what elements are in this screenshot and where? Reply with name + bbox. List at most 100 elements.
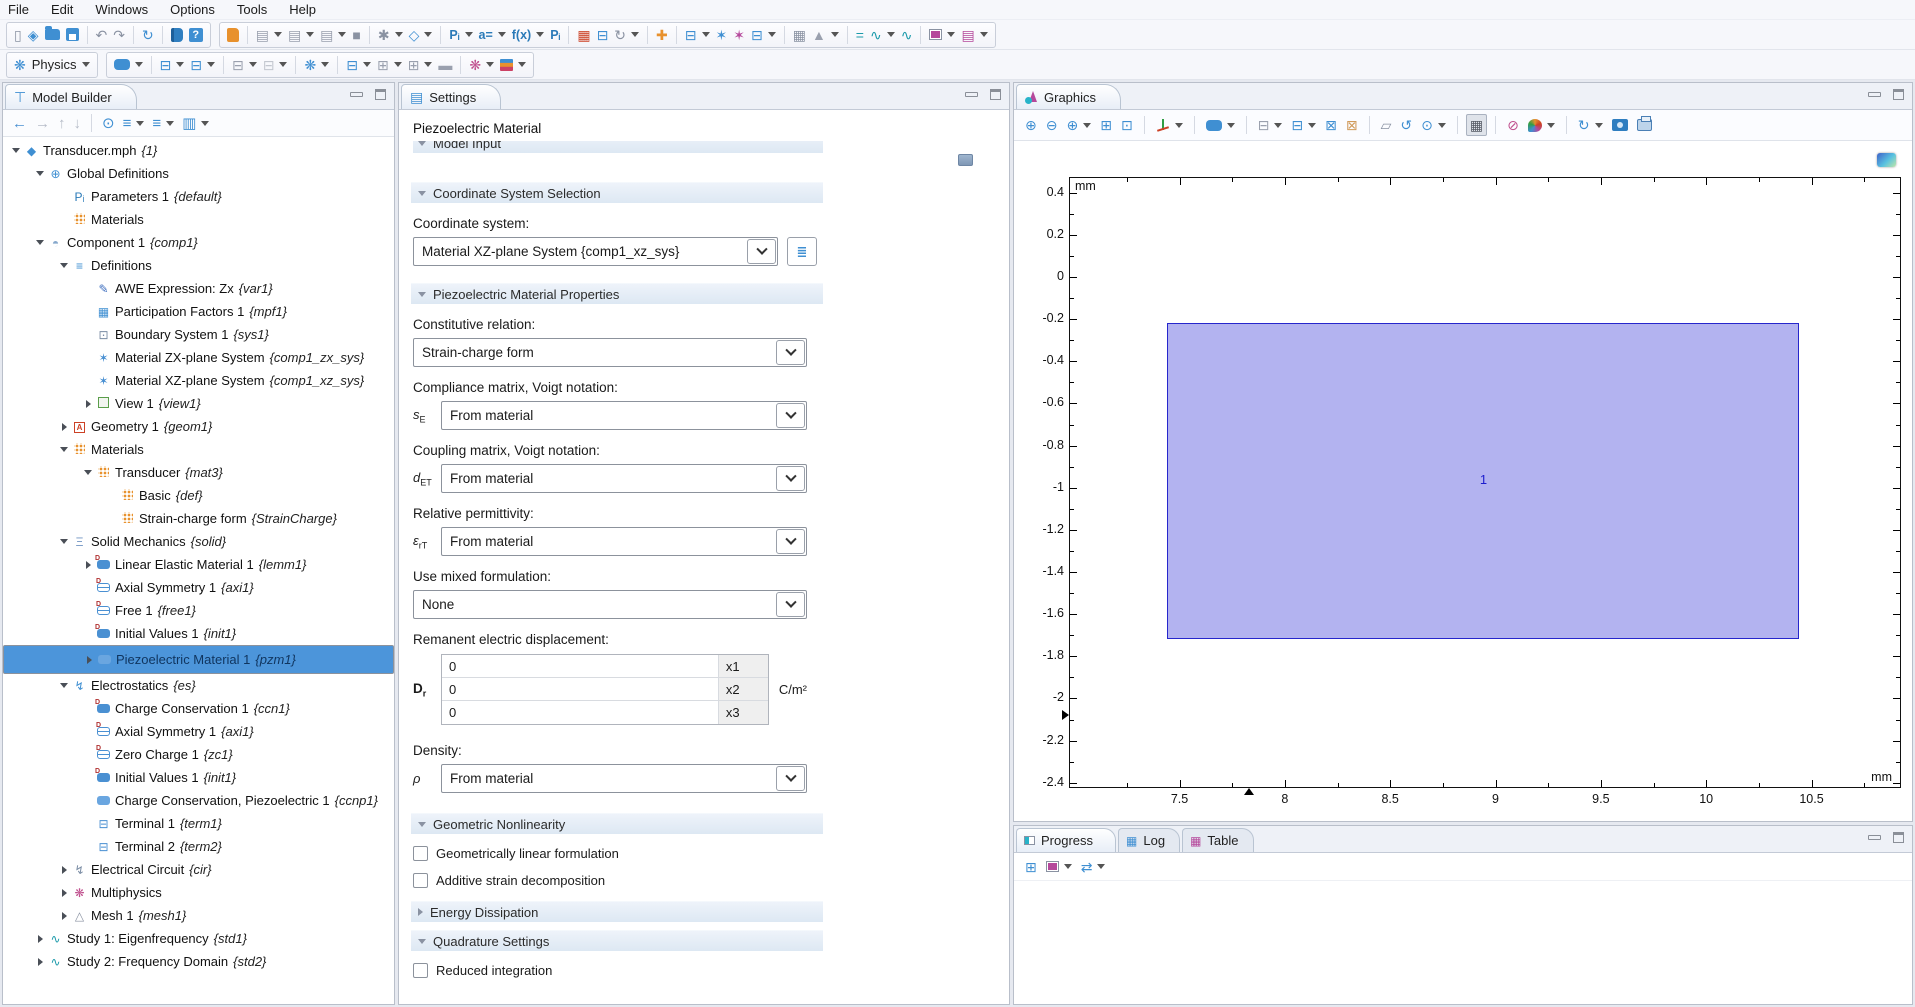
tree-item[interactable]: Charge Conservation, Piezoelectric 1{ccn… <box>3 789 394 812</box>
compute-multi-button[interactable]: ✶ <box>730 24 748 46</box>
expander-icon[interactable] <box>9 148 23 153</box>
section-model-input[interactable]: Model Input <box>413 141 823 153</box>
menu-file[interactable]: File <box>8 2 29 17</box>
transparency-button[interactable]: ▱ <box>1378 114 1395 136</box>
move-panel-button[interactable]: ⇄ <box>1078 856 1109 878</box>
tab-log[interactable]: ▦Log <box>1118 828 1180 852</box>
expander-icon[interactable] <box>57 539 71 544</box>
application-builder-button[interactable] <box>224 24 242 46</box>
tree-item[interactable]: Axial Symmetry 1{axi1} <box>3 576 394 599</box>
evaluate-table-button[interactable]: ▦ <box>790 24 809 46</box>
menu-help[interactable]: Help <box>289 2 316 17</box>
compile-previous-button[interactable]: ▤ <box>253 24 285 46</box>
show-hide-button[interactable]: ⊙ <box>99 112 118 134</box>
additive-strain-checkbox[interactable] <box>413 873 428 888</box>
plot-single-button[interactable]: ∿ <box>898 24 916 46</box>
tree-item[interactable]: Initial Values 1{init1} <box>3 622 394 645</box>
snapshot-button[interactable] <box>1609 114 1631 136</box>
tree-item[interactable]: Piezoelectric Material 1{pzm1} <box>3 645 394 674</box>
update-solution-button[interactable]: ↻ <box>611 24 642 46</box>
move-down-button[interactable]: ↓ <box>71 112 85 134</box>
expander-icon[interactable] <box>57 423 71 431</box>
geometry-tools-button[interactable]: ◇ <box>406 24 436 46</box>
compile-selected-button[interactable]: ▤ <box>285 24 317 46</box>
tree-item[interactable]: ∿Study 2: Frequency Domain{std2} <box>3 950 394 973</box>
tree-item[interactable]: View 1{view1} <box>3 392 394 415</box>
plot-area[interactable]: mmmm0.40.20-0.2-0.4-0.6-0.8-1-1.2-1.4-1.… <box>1069 177 1901 788</box>
expander-icon[interactable] <box>57 263 71 268</box>
minimize-icon[interactable] <box>1868 835 1881 840</box>
chevron-down-icon[interactable] <box>776 766 805 791</box>
parameters-menu-button[interactable]: Pᵢ <box>446 24 475 46</box>
tree-item[interactable]: AGeometry 1{geom1} <box>3 415 394 438</box>
chevron-down-icon[interactable] <box>776 466 805 491</box>
select-box-button[interactable]: ⊠ <box>1322 114 1340 136</box>
blob-tool-button[interactable]: ▬ <box>435 54 455 76</box>
default-model-button[interactable]: ✱ <box>375 24 406 46</box>
chevron-down-icon[interactable] <box>776 529 805 554</box>
select-domains-button[interactable] <box>111 54 146 76</box>
tree-item[interactable]: ⊟Terminal 1{term1} <box>3 812 394 835</box>
windows-layout-button[interactable] <box>926 24 958 46</box>
collapse-all-button[interactable]: ≡ <box>120 112 148 134</box>
model-tree-columns-button[interactable]: ▥ <box>179 112 212 134</box>
import-mesh-button[interactable]: ⊟ <box>748 24 779 46</box>
expander-icon[interactable] <box>57 683 71 688</box>
tree-item[interactable]: ✶Material XZ-plane System{comp1_xz_sys} <box>3 369 394 392</box>
tree-item[interactable]: △Mesh 1{mesh1} <box>3 904 394 927</box>
graphics-tab[interactable]: Graphics <box>1016 84 1121 109</box>
physics-context-button[interactable]: ❋ <box>11 54 29 76</box>
progress-log-button[interactable]: ⊞ <box>1022 856 1040 878</box>
edges-pair-button[interactable]: ⊟ <box>260 54 291 76</box>
multiphysics-add-button[interactable]: ❋ <box>466 54 497 76</box>
tree-item[interactable]: ∿Study 1: Eigenfrequency{std1} <box>3 927 394 950</box>
expander-icon[interactable] <box>57 447 71 452</box>
tree-item[interactable]: Free 1{free1} <box>3 599 394 622</box>
tree-item[interactable]: Materials <box>3 208 394 231</box>
expander-icon[interactable] <box>57 866 71 874</box>
go-to-source-button[interactable]: ≣ <box>787 237 817 266</box>
tree-item[interactable]: Axial Symmetry 1{axi1} <box>3 720 394 743</box>
desktop-layout-button[interactable]: ▤ <box>958 24 990 46</box>
view-visibility-button[interactable]: ⊙ <box>1418 114 1449 136</box>
mixed-formulation-select[interactable]: None <box>413 590 807 619</box>
tree-item[interactable]: ⊡Boundary System 1{sys1} <box>3 323 394 346</box>
section-piezoelectric-properties[interactable]: Piezoelectric Material Properties <box>411 283 823 304</box>
tree-item[interactable]: ◓Component 1{comp1} <box>3 231 394 254</box>
chevron-down-icon[interactable] <box>776 403 805 428</box>
functions-menu-button[interactable]: f(x) <box>509 24 547 46</box>
remanent-value-input[interactable]: 0 <box>442 678 718 700</box>
grid-button[interactable]: ▦ <box>1466 114 1487 136</box>
zoom-to-window-button[interactable]: ⊡ <box>1118 114 1136 136</box>
select-domains-g-button[interactable] <box>1203 114 1238 136</box>
back-button[interactable]: ← <box>9 112 30 134</box>
expander-icon[interactable] <box>33 958 47 966</box>
cluster-button[interactable]: ✚ <box>653 24 671 46</box>
expander-icon[interactable] <box>82 656 96 664</box>
tree-item[interactable]: ◆Transducer.mph{1} <box>3 139 394 162</box>
periodic-grid-2-button[interactable]: ⊞ <box>405 54 436 76</box>
model-wizard-button[interactable]: ◈ <box>25 24 42 46</box>
tree-item[interactable]: Materials <box>3 438 394 461</box>
tree-item[interactable]: Initial Values 1{init1} <box>3 766 394 789</box>
physics-button[interactable]: Physics <box>29 54 93 76</box>
menu-windows[interactable]: Windows <box>95 2 148 17</box>
chevron-down-icon[interactable] <box>776 592 805 617</box>
tree-item[interactable]: ⊕Global Definitions <box>3 162 394 185</box>
attributes-button[interactable]: ⊟ <box>343 54 374 76</box>
menu-edit[interactable]: Edit <box>51 2 73 17</box>
tree-item[interactable]: ≡Definitions <box>3 254 394 277</box>
add-physics-button[interactable]: ⊟ <box>682 24 713 46</box>
hide-geometry-button[interactable]: ⊘ <box>1504 114 1522 136</box>
reset-desktop-button[interactable]: ↻ <box>139 24 157 46</box>
expander-icon[interactable] <box>81 470 95 475</box>
expander-icon[interactable] <box>33 240 47 245</box>
expander-icon[interactable] <box>33 935 47 943</box>
move-up-button[interactable]: ↑ <box>55 112 69 134</box>
tab-table[interactable]: ▦Table <box>1182 828 1253 852</box>
global-physics-button[interactable]: ❋ <box>301 54 332 76</box>
default-view-thumbnail-icon[interactable] <box>1877 153 1896 167</box>
tree-item[interactable]: Charge Conservation 1{ccn1} <box>3 697 394 720</box>
edges-add-button[interactable]: ⊟ <box>229 54 260 76</box>
variables-menu-button[interactable]: a= <box>476 24 509 46</box>
